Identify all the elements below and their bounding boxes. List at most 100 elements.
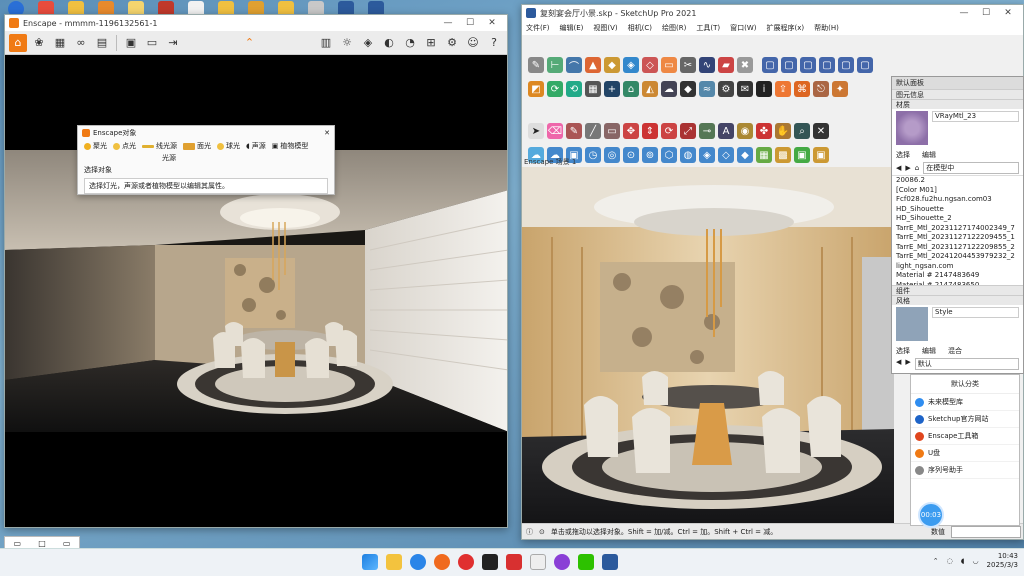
record-icon[interactable] xyxy=(458,554,474,570)
components-section[interactable]: 组件 xyxy=(892,285,1023,295)
vr-headset-icon[interactable]: ∞ xyxy=(72,34,90,52)
scene-tab-bar[interactable]: Enscape 场景 1 xyxy=(524,157,576,167)
assistant-item[interactable]: 未来模型库 xyxy=(911,394,1019,411)
scissors-icon[interactable]: ✂ xyxy=(680,57,696,73)
close-icon[interactable]: ✕ xyxy=(324,129,330,137)
network-icon[interactable]: ◌ xyxy=(947,557,953,565)
file-icon[interactable] xyxy=(530,554,546,570)
tab-edit[interactable]: 编辑 xyxy=(922,150,936,160)
file-explorer-icon[interactable] xyxy=(386,554,402,570)
sound-source-tool[interactable]: ◖ 声源 xyxy=(246,141,266,151)
warehouse-upload-icon[interactable]: ⇪ xyxy=(775,81,791,97)
close-button[interactable]: ✕ xyxy=(997,8,1019,18)
assistant-item[interactable]: Sketchup官方网站 xyxy=(911,411,1019,428)
paint-icon[interactable]: ◉ xyxy=(737,123,753,139)
view-right-icon[interactable]: ▢ xyxy=(819,57,835,73)
material-icon[interactable]: ◐ xyxy=(380,34,398,52)
style-dropdown[interactable]: 默认 xyxy=(914,358,1019,370)
warehouse-icon[interactable]: ∿ xyxy=(699,57,715,73)
menu-edit[interactable]: 编辑(E) xyxy=(560,23,584,33)
style-thumbnail[interactable] xyxy=(896,307,928,341)
sketchup-titlebar[interactable]: 复刻宴会厅小景.skp - SketchUp Pro 2021 — ☐ ✕ xyxy=(522,5,1023,21)
home-icon[interactable]: ⌂ xyxy=(915,164,919,172)
textured-icon[interactable]: ▦ xyxy=(756,147,772,163)
info-icon[interactable]: i xyxy=(756,81,772,97)
roof-icon[interactable]: ◭ xyxy=(642,81,658,97)
zoom-extents-icon[interactable]: ✕ xyxy=(813,123,829,139)
forward-icon[interactable]: ▶ xyxy=(905,164,910,172)
menu-window[interactable]: 窗口(W) xyxy=(730,23,756,33)
section-icon[interactable]: ⬡ xyxy=(661,147,677,163)
screenshot-icon[interactable]: ▣ xyxy=(122,34,140,52)
grid-icon[interactable]: ▦ xyxy=(585,81,601,97)
status-user-icon[interactable]: ⊙ xyxy=(539,528,545,536)
wireframe-icon[interactable]: ◇ xyxy=(718,147,734,163)
material-list-item[interactable]: TarrE_Mtl_20231127122209855_2 xyxy=(892,243,1023,253)
firefox-icon[interactable] xyxy=(434,554,450,570)
material-list-item[interactable]: TarrE_Mtl_20241204453979232_2 xyxy=(892,252,1023,262)
scale-icon[interactable]: ⤢ xyxy=(680,123,696,139)
group-box-icon[interactable]: ▣ xyxy=(813,147,829,163)
assistant-item[interactable]: Enscape工具箱 xyxy=(911,428,1019,445)
browser-icon[interactable] xyxy=(410,554,426,570)
proxy-model-tool[interactable]: ▣ 植物模型 xyxy=(272,141,309,151)
entity-info-section[interactable]: 图元信息 xyxy=(892,89,1023,99)
view-top-icon[interactable]: ▢ xyxy=(781,57,797,73)
measurements-input[interactable] xyxy=(951,525,1021,538)
tape-icon[interactable]: ▭ xyxy=(661,57,677,73)
menu-view[interactable]: 视图(V) xyxy=(593,23,617,33)
minimize-icon[interactable]: ▭ xyxy=(63,539,71,548)
minimize-button[interactable]: — xyxy=(953,8,975,18)
back-icon[interactable]: ◀ xyxy=(896,164,901,172)
material-swatch[interactable] xyxy=(896,111,928,145)
pencil-icon[interactable]: ✎ xyxy=(566,123,582,139)
area-light-tool[interactable]: 面光 xyxy=(183,141,211,151)
material-list-item[interactable]: HD_Sihouette_2 xyxy=(892,214,1023,224)
enscape-titlebar[interactable]: Enscape - mmmm-1196132561-1 — ☐ ✕ xyxy=(5,15,507,31)
wifi-icon[interactable]: ◡ xyxy=(972,557,978,565)
menu-tools[interactable]: 工具(T) xyxy=(696,23,720,33)
wave-icon[interactable]: ≈ xyxy=(699,81,715,97)
paint-bucket-icon[interactable]: ▲ xyxy=(585,57,601,73)
line-light-tool[interactable]: 线光源 xyxy=(142,141,177,151)
eraser-icon[interactable]: ⌫ xyxy=(547,123,563,139)
home-icon[interactable]: ⌂ xyxy=(9,33,27,52)
layers-icon[interactable]: ✦ xyxy=(832,81,848,97)
xray-icon[interactable]: ◈ xyxy=(699,147,715,163)
house-icon[interactable]: ⌂ xyxy=(623,81,639,97)
material-list-item[interactable]: HD_Sihouette xyxy=(892,205,1023,215)
cube-icon[interactable]: ◈ xyxy=(359,34,377,52)
style-icon[interactable]: ◍ xyxy=(680,147,696,163)
material-list-item[interactable]: Material # 2147483649 xyxy=(892,271,1023,281)
dialog-titlebar[interactable]: Enscape对象 ✕ xyxy=(78,126,334,139)
plugin-icon[interactable]: ◩ xyxy=(528,81,544,97)
back-icon[interactable]: ◀ xyxy=(896,358,901,370)
text-icon[interactable]: A xyxy=(718,123,734,139)
rectangle-icon[interactable]: ▭ xyxy=(604,123,620,139)
status-info-icon[interactable]: ⓘ xyxy=(526,527,533,537)
menu-file[interactable]: 文件(F) xyxy=(526,23,550,33)
wps-icon[interactable] xyxy=(506,554,522,570)
wechat-icon[interactable] xyxy=(578,554,594,570)
sync-icon[interactable]: ⟲ xyxy=(566,81,582,97)
point-light-tool[interactable]: 点光 xyxy=(113,141,136,151)
assistant-item[interactable]: U盘 xyxy=(911,445,1019,462)
app-icon[interactable] xyxy=(482,554,498,570)
camera-icon[interactable]: ◎ xyxy=(604,147,620,163)
previous-view-icon[interactable]: ◷ xyxy=(585,147,601,163)
menu-extensions[interactable]: 扩展程序(x) xyxy=(766,23,804,33)
close-button[interactable]: ✕ xyxy=(481,18,503,28)
walk-icon[interactable]: ⊙ xyxy=(623,147,639,163)
pencil-icon[interactable]: ✎ xyxy=(528,57,544,73)
view-front-icon[interactable]: ▢ xyxy=(800,57,816,73)
look-around-icon[interactable]: ⊚ xyxy=(642,147,658,163)
sphere-light-tool[interactable]: 球光 xyxy=(217,141,240,151)
maximize-button[interactable]: ☐ xyxy=(459,18,481,28)
chevron-up-icon[interactable]: ⌃ xyxy=(933,557,939,565)
select-arrow-icon[interactable]: ➤ xyxy=(528,123,544,139)
minimize-button[interactable]: — xyxy=(437,18,459,28)
push-pull-icon[interactable]: ▰ xyxy=(718,57,734,73)
restore-icon[interactable]: ▭ xyxy=(14,539,22,548)
materials-section[interactable]: 材质 xyxy=(892,99,1023,109)
material-list-item[interactable]: Fcf028.fu2hu.ngsan.com03 xyxy=(892,195,1023,205)
